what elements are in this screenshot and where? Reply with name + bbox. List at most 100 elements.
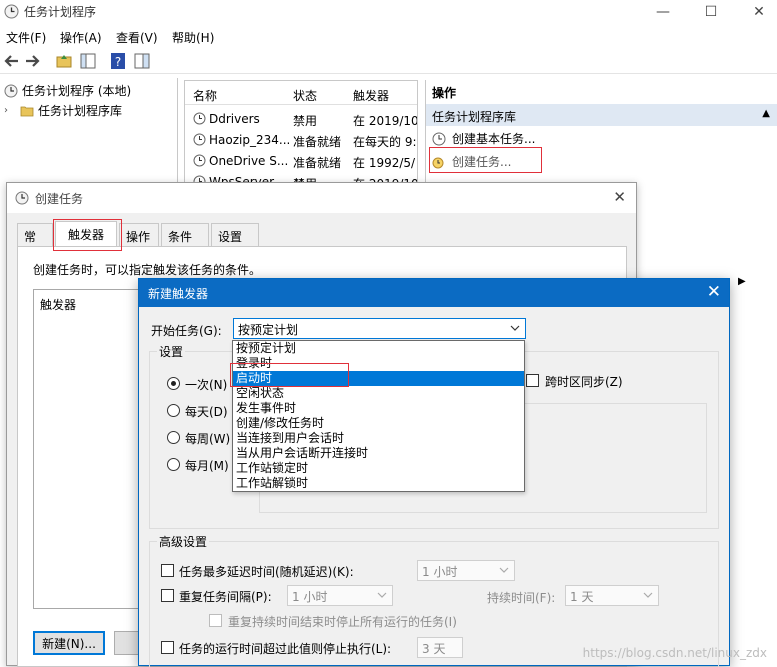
duration-combo[interactable]: 1 天 [565, 585, 659, 606]
action-pane-toggle-icon[interactable] [132, 51, 152, 71]
dropdown-option[interactable]: 按预定计划 [233, 341, 524, 356]
delay-combo[interactable]: 1 小时 [417, 560, 515, 581]
chevron-down-icon [498, 564, 510, 576]
task-trigger: 在 1992/5/ [353, 156, 416, 170]
task-list-header: 名称 状态 触发器 [185, 81, 417, 105]
tree-item-library-selected: 任务计划程序库 [18, 101, 124, 120]
stop-if-longer-combo[interactable]: 3 天 [417, 637, 463, 658]
triggers-hint: 创建任务时，可以指定触发该任务的条件。 [33, 263, 262, 277]
folder-up-icon[interactable] [54, 51, 74, 71]
advanced-group-label: 高级设置 [157, 533, 210, 550]
dropdown-option-highlighted[interactable]: 启动时 [233, 371, 524, 386]
radio-monthly[interactable] [167, 458, 180, 471]
radio-weekly[interactable] [167, 431, 180, 444]
trigger-list[interactable]: 触发器 [33, 289, 153, 609]
task-clock-icon [193, 112, 206, 125]
dropdown-option[interactable]: 工作站锁定时 [233, 461, 524, 476]
duration-label: 持续时间(F): [487, 591, 556, 605]
tree-item-library-label: 任务计划程序库 [38, 104, 123, 118]
table-row[interactable]: Ddrivers 禁用 在 2019/10 [185, 109, 418, 130]
close-icon[interactable]: ✕ [736, 0, 777, 24]
repeat-combo[interactable]: 1 小时 [287, 585, 393, 606]
tab-general[interactable]: 常规 [17, 223, 53, 261]
repeat-value: 1 小时 [292, 590, 328, 604]
tab-triggers[interactable]: 触发器 [55, 221, 117, 247]
begin-task-combo[interactable]: 按预定计划 [233, 318, 526, 339]
menu-view[interactable]: 查看(V) [116, 29, 158, 46]
svg-text:?: ? [115, 55, 121, 69]
sync-timezone-checkbox[interactable] [526, 374, 539, 387]
radio-daily[interactable] [167, 404, 180, 417]
begin-task-value: 按预定计划 [238, 323, 299, 337]
chevron-down-icon [642, 589, 654, 601]
create-task-titlebar: 创建任务 ✕ [7, 183, 636, 213]
stop-if-longer-checkbox[interactable] [161, 641, 174, 654]
task-scheduler-clock-icon [15, 191, 29, 205]
column-header-trigger[interactable]: 触发器 [353, 87, 389, 104]
create-task-icon [432, 155, 446, 169]
help-icon[interactable]: ? [108, 51, 128, 71]
submenu-arrow-icon[interactable]: ▶ [738, 276, 746, 287]
new-trigger-title: 新建触发器 [148, 287, 209, 301]
tab-settings[interactable]: 设置 [211, 223, 259, 246]
chevron-down-icon [509, 322, 521, 334]
menu-action[interactable]: 操作(A) [60, 29, 102, 46]
task-trigger: 在 2019/10 [353, 114, 418, 128]
dropdown-option[interactable]: 工作站解锁时 [233, 476, 524, 491]
create-task-action[interactable]: 创建任务... [432, 153, 511, 170]
trigger-list-header: 触发器 [40, 298, 77, 312]
new-trigger-button[interactable]: 新建(N)... [33, 631, 105, 655]
collapse-triangle-icon[interactable]: ▲ [762, 108, 770, 119]
forward-arrow-icon[interactable] [22, 51, 42, 71]
create-task-title: 创建任务 [35, 192, 84, 206]
dropdown-option[interactable]: 创建/修改任务时 [233, 416, 524, 431]
settings-group-label: 设置 [157, 343, 186, 360]
minimize-icon[interactable]: — [640, 0, 686, 24]
radio-weekly-label: 每周(W) [185, 432, 231, 446]
tree-item-library[interactable]: › 任务计划程序库 [4, 101, 124, 120]
delay-value: 1 小时 [422, 565, 458, 579]
dropdown-option[interactable]: 当连接到用户会话时 [233, 431, 524, 446]
table-row[interactable]: OneDrive S... 准备就绪 在 1992/5/ [185, 151, 417, 172]
menu-bar: 文件(F) 操作(A) 查看(V) 帮助(H) [0, 26, 777, 46]
tab-actions[interactable]: 操作 [119, 223, 159, 246]
maximize-icon[interactable]: ☐ [688, 0, 734, 24]
dropdown-option[interactable]: 空闲状态 [233, 386, 524, 401]
create-basic-task-label: 创建基本任务... [452, 132, 536, 146]
stop-if-longer-value: 3 天 [422, 642, 446, 656]
column-header-name[interactable]: 名称 [193, 87, 217, 104]
dropdown-option[interactable]: 当从用户会话断开连接时 [233, 446, 524, 461]
close-icon[interactable]: ✕ [707, 282, 721, 302]
task-list: 名称 状态 触发器 Ddrivers 禁用 在 2019/10 Haozip_2… [184, 80, 418, 185]
stop-all-label: 重复持续时间结束时停止所有运行的任务(I) [228, 615, 457, 629]
actions-section-label: 任务计划程序库 [432, 110, 517, 124]
duration-value: 1 天 [570, 590, 594, 604]
watermark: https://blog.csdn.net/linux_zdx [582, 646, 767, 660]
dropdown-option[interactable]: 登录时 [233, 356, 524, 371]
task-status: 准备就绪 [293, 135, 342, 149]
task-scheduler-clock-icon [4, 4, 19, 19]
stop-all-checkbox[interactable] [209, 614, 222, 627]
tree-root[interactable]: 任务计划程序 (本地) [4, 82, 131, 99]
begin-task-dropdown: 按预定计划 登录时 启动时 空闲状态 发生事件时 创建/修改任务时 当连接到用户… [232, 340, 525, 492]
actions-section-library[interactable]: 任务计划程序库 ▲ [426, 104, 777, 126]
delay-checkbox[interactable] [161, 564, 174, 577]
table-row[interactable]: Haozip_234... 准备就绪 在每天的 9: [185, 130, 417, 151]
task-status: 准备就绪 [293, 156, 342, 170]
menu-file[interactable]: 文件(F) [6, 29, 46, 46]
radio-once[interactable] [167, 377, 180, 390]
begin-task-label: 开始任务(G): [151, 324, 222, 338]
create-basic-task-action[interactable]: 创建基本任务... [432, 130, 535, 147]
task-name: Ddrivers [209, 112, 260, 126]
tab-conditions[interactable]: 条件 [161, 223, 209, 246]
column-header-status[interactable]: 状态 [293, 87, 317, 104]
back-arrow-icon[interactable] [2, 51, 22, 71]
dropdown-option[interactable]: 发生事件时 [233, 401, 524, 416]
close-icon[interactable]: ✕ [613, 188, 626, 206]
menu-help[interactable]: 帮助(H) [172, 29, 214, 46]
repeat-checkbox[interactable] [161, 589, 174, 602]
chevron-right-icon[interactable]: › [4, 105, 14, 116]
task-scheduler-clock-icon [4, 84, 18, 98]
radio-once-label: 一次(N) [185, 378, 228, 392]
show-hide-console-tree-icon[interactable] [78, 51, 98, 71]
